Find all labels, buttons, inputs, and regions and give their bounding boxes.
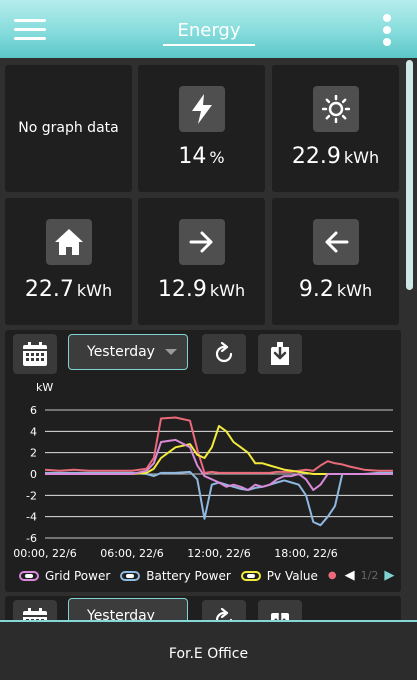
x-tick-label: 12:00, 22/6 xyxy=(187,547,250,560)
y-tick-label: -6 xyxy=(26,532,37,545)
lightning-icon xyxy=(179,86,225,132)
autarky-tile[interactable]: 14% xyxy=(138,65,265,192)
legend-swatch xyxy=(120,570,141,581)
legend-next-icon[interactable]: ▶ xyxy=(384,568,394,583)
y-tick-label: 0 xyxy=(30,468,37,481)
legend-pv-value[interactable]: Pv Value xyxy=(240,569,318,583)
graph-tile[interactable]: No graph data xyxy=(5,65,132,192)
legend-prev-icon[interactable]: ◀ xyxy=(345,568,355,583)
footer: For.E Office xyxy=(0,622,417,680)
chart-legend: Grid Power Battery Power Pv Value ● ◀ 1/… xyxy=(19,568,394,583)
x-tick-label: 00:00, 22/6 xyxy=(13,547,76,560)
chart-panel: Yesterday kW 6 4 2 0 -2 -4 -6 00:00, 22/6 06:00, … xyxy=(5,330,401,592)
legend-swatch xyxy=(240,570,261,581)
y-tick-label: -2 xyxy=(26,489,37,502)
home-value: 22.7 kWh xyxy=(24,277,113,302)
y-tick-label: -4 xyxy=(26,511,37,524)
x-tick-label: 06:00, 22/6 xyxy=(100,547,163,560)
app-header: Energy xyxy=(0,0,417,58)
pv-value: 22.9 kWh xyxy=(291,144,380,169)
home-icon xyxy=(46,219,92,265)
y-tick-label: 2 xyxy=(30,447,37,460)
legend-dot-icon: ● xyxy=(327,570,337,581)
energy-line-chart: kW 6 4 2 0 -2 -4 -6 00:00, 22/6 06:00, 22/6 12:00,… xyxy=(13,381,393,560)
autarky-value: 14% xyxy=(178,144,225,169)
scrollbar[interactable] xyxy=(406,60,413,290)
no-graph-label: No graph data xyxy=(18,120,119,136)
legend-pager: 1/2 xyxy=(360,569,379,582)
more-options-icon[interactable] xyxy=(381,14,393,48)
import-tile[interactable]: 9.2 kWh xyxy=(272,198,399,325)
legend-battery-power[interactable]: Battery Power xyxy=(120,569,231,583)
title-underline xyxy=(163,44,255,46)
sun-icon xyxy=(313,86,359,132)
arrow-right-icon xyxy=(179,219,225,265)
y-axis-label: kW xyxy=(36,381,53,394)
arrow-left-icon xyxy=(313,219,359,265)
y-tick-label: 6 xyxy=(30,404,37,417)
import-value: 9.2 kWh xyxy=(298,277,373,302)
series-line-battery-power xyxy=(45,470,393,527)
legend-swatch xyxy=(19,570,39,581)
pv-tile[interactable]: 22.9 kWh xyxy=(272,65,399,192)
export-tile[interactable]: 12.9 kWh xyxy=(138,198,265,325)
export-value: 12.9 kWh xyxy=(157,277,246,302)
site-name: For.E Office xyxy=(168,646,249,662)
home-tile[interactable]: 22.7 kWh xyxy=(5,198,132,325)
menu-icon[interactable] xyxy=(14,19,46,41)
x-tick-label: 18:00, 22/6 xyxy=(274,547,337,560)
series-line-pv-value xyxy=(45,425,393,475)
legend-grid-power[interactable]: Grid Power xyxy=(19,569,110,583)
y-tick-label: 4 xyxy=(30,425,37,438)
page-title: Energy xyxy=(177,20,241,41)
